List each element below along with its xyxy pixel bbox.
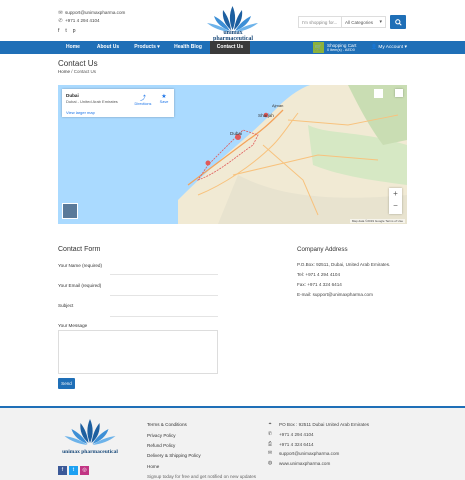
company-tel: Tel: +971 4 294 4104 — [297, 272, 341, 277]
google-map[interactable]: Sharjah Dubai Ajman Dubai Dubai - United… — [58, 85, 407, 224]
subject-field[interactable] — [110, 316, 218, 317]
directions-button[interactable]: ⤴ Directions — [134, 93, 152, 106]
footer-logo[interactable] — [60, 417, 120, 453]
main-nav: Home About Us Products ▾ Health Blog Con… — [0, 41, 465, 54]
search-bar: I'm shopping for... All Categories — [298, 15, 406, 29]
map-attribution: Map data ©2019 Google Terms of Use — [349, 219, 405, 223]
footer-email[interactable]: ✉ support@unimaxpharma.com — [267, 450, 339, 456]
email-field[interactable] — [110, 295, 218, 296]
map-place-address: Dubai - United Arab Emirates — [66, 99, 118, 104]
save-button[interactable]: ★ Save — [157, 93, 171, 104]
cart-title: Shopping Cart — [327, 42, 357, 48]
footer-website[interactable]: ◍ www.unimaxpharma.com — [267, 460, 331, 466]
top-social-links: f t p — [58, 28, 76, 34]
fullscreen-button[interactable] — [395, 89, 403, 97]
map-place-card: Dubai Dubai - United Arab Emirates View … — [62, 89, 174, 117]
company-fax: Fax: +971 4 324 6414 — [297, 282, 342, 287]
nav-contact[interactable]: Contact Us — [210, 41, 250, 54]
cart-summary: 0 item(s) - AED0 — [327, 47, 355, 52]
nav-health-blog[interactable]: Health Blog — [168, 41, 208, 54]
zoom-out-button[interactable]: − — [389, 200, 402, 212]
map-label-dubai: Dubai — [230, 131, 243, 136]
shopping-cart[interactable]: 🛒 Shopping Cart 0 item(s) - AED0 — [313, 41, 356, 54]
top-email[interactable]: support@unimaxpharma.com — [65, 9, 125, 17]
nav-products[interactable]: Products ▾ — [128, 41, 166, 54]
zoom-in-button[interactable]: + — [389, 188, 402, 200]
company-address-heading: Company Address — [297, 246, 348, 253]
instagram-icon[interactable]: ◎ — [80, 466, 89, 475]
phone-icon: ✆ — [267, 431, 273, 437]
newsletter-text: Signup today for free and get notified o… — [147, 474, 257, 479]
send-button[interactable]: Send — [58, 378, 75, 389]
category-select[interactable]: All Categories — [342, 16, 386, 28]
account-label: My Account ▾ — [378, 45, 407, 50]
email-label: Your Email (required) — [58, 283, 102, 288]
pinterest-icon[interactable]: p — [73, 28, 76, 34]
company-email: E-mail: support@unimaxpharma.com — [297, 292, 373, 297]
search-icon — [394, 18, 402, 26]
envelope-icon: ✉ — [58, 9, 63, 16]
footer-link-delivery[interactable]: Delivery & Shipping Policy — [147, 453, 201, 458]
view-larger-map-link[interactable]: View larger map — [66, 110, 95, 115]
zoom-control: + − — [389, 188, 402, 214]
top-phone: +971 4 294 4104 — [65, 18, 100, 23]
footer-address: ⌖ PO Box : 92511 Dubai United Arab Emirat… — [268, 421, 370, 427]
nav-about[interactable]: About Us — [90, 41, 126, 54]
twitter-icon[interactable]: t — [65, 28, 66, 34]
envelope-icon: ✉ — [267, 450, 273, 456]
twitter-icon[interactable]: t — [69, 466, 78, 475]
footer-link-home[interactable]: Home — [147, 464, 159, 469]
directions-icon: ⤴ — [139, 96, 146, 102]
breadcrumb: Home / Contact Us — [58, 69, 96, 74]
star-icon: ★ — [161, 94, 167, 100]
search-input[interactable]: I'm shopping for... — [298, 16, 342, 28]
footer-link-terms[interactable]: Terms & Conditions — [147, 422, 187, 427]
message-textarea[interactable] — [58, 330, 218, 374]
footer-link-refund[interactable]: Refund Policy — [147, 443, 175, 448]
top-contact-info: ✉ support@unimaxpharma.com ✆ +971 4 294 41… — [58, 9, 125, 25]
facebook-icon[interactable]: f — [58, 28, 59, 34]
my-account-menu[interactable]: 👤 My Account ▾ — [371, 41, 407, 54]
map-place-name: Dubai — [66, 93, 79, 98]
map-label-sharjah: Sharjah — [258, 113, 274, 118]
company-po-box: P.O.Box: 92511, Dubai, United Arab Emira… — [297, 262, 391, 267]
map-label-ajman: Ajman — [272, 103, 284, 108]
map-type-toggle[interactable] — [62, 203, 78, 219]
user-icon: 👤 — [371, 45, 377, 50]
page-title: Contact Us — [58, 59, 98, 68]
breadcrumb-current: / Contact Us — [71, 69, 97, 74]
footer-fax: ⎙ +971 4 324 6414 — [267, 441, 314, 447]
name-label: Your Name (required) — [58, 263, 103, 268]
phone-icon: ✆ — [58, 17, 63, 24]
footer-phone: ✆ +971 4 294 4104 — [267, 431, 314, 437]
footer-link-privacy[interactable]: Privacy Policy — [147, 433, 176, 438]
footer-brand-name: unimax pharmaceutical — [62, 449, 118, 455]
globe-icon: ◍ — [267, 460, 273, 466]
contact-form-heading: Contact Form — [58, 246, 101, 253]
message-label: Your Message — [58, 323, 88, 328]
footer-social-links: f t ◎ — [58, 466, 89, 475]
cart-icon: 🛒 — [313, 42, 324, 53]
breadcrumb-home[interactable]: Home — [58, 69, 70, 74]
name-field[interactable] — [110, 274, 218, 275]
subject-label: Subject — [58, 303, 74, 308]
map-marker-icon: ⌖ — [268, 421, 272, 427]
facebook-icon[interactable]: f — [58, 466, 67, 475]
search-button[interactable] — [390, 15, 406, 29]
nav-home[interactable]: Home — [58, 41, 88, 54]
fax-icon: ⎙ — [267, 441, 272, 447]
